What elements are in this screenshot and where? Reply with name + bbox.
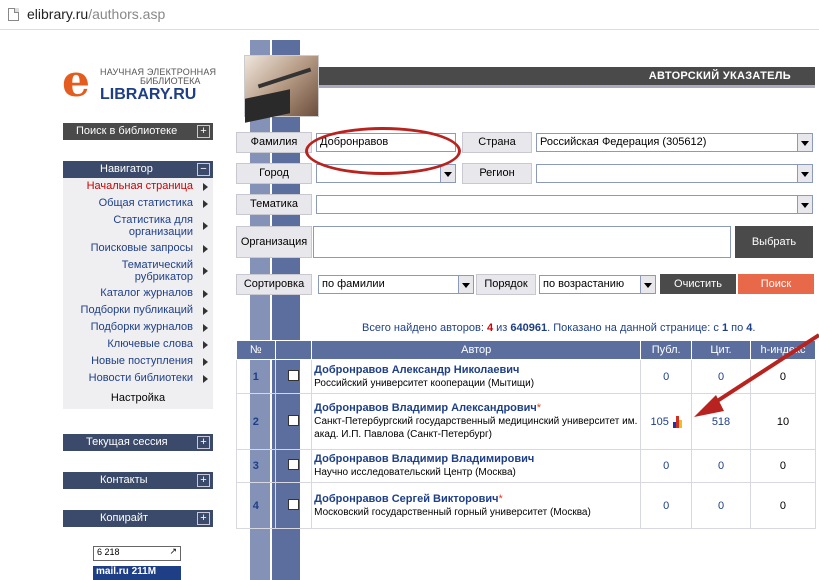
page-title: АВТОРСКИЙ УКАЗАТЕЛЬ (319, 67, 815, 85)
nav-org-stats[interactable]: Статистика для организации (63, 212, 213, 240)
collapse-icon[interactable]: − (197, 163, 210, 176)
region-label: Регион (462, 163, 532, 184)
author-name-link[interactable]: Добронравов Владимир Владимирович (314, 453, 534, 465)
cit-count[interactable]: 0 (691, 482, 751, 529)
expand-icon[interactable]: + (197, 512, 210, 525)
expand-icon[interactable]: + (197, 474, 210, 487)
nav-home[interactable]: Начальная страница (63, 178, 213, 195)
arrow-right-icon (203, 357, 208, 366)
row-checkbox[interactable] (287, 414, 299, 426)
nav-new-arrivals[interactable]: Новые поступления (63, 353, 213, 370)
sort-select[interactable]: по фамилии (318, 275, 474, 294)
page-icon (8, 8, 19, 21)
row-checkbox[interactable] (287, 498, 299, 510)
author-affiliation: Научно исследовательский Центр (Москва) (314, 467, 516, 478)
visit-counter[interactable]: 6 218 ↗ (93, 546, 181, 561)
mailru-counter[interactable]: mail.ru 211M (93, 566, 181, 580)
nav-settings[interactable]: Настройка (63, 387, 213, 409)
chevron-down-icon[interactable] (440, 165, 455, 182)
arrow-right-icon (203, 222, 208, 230)
navigator-list: Начальная страница Общая статистика Стат… (63, 178, 213, 409)
author-affiliation: Российский университет кооперации (Мытищ… (314, 377, 535, 389)
arrow-right-icon (203, 289, 208, 298)
clear-button[interactable]: Очистить (660, 274, 736, 294)
nav-keywords[interactable]: Ключевые слова (63, 336, 213, 353)
surname-label: Фамилия (236, 132, 312, 153)
expand-icon[interactable]: + (197, 436, 210, 449)
country-select[interactable]: Российская Федерация (305612) (536, 133, 813, 152)
expand-icon[interactable]: + (197, 125, 210, 138)
col-check (274, 340, 313, 360)
hindex-value: 0 (749, 482, 817, 529)
org-label: Организация (236, 226, 312, 258)
author-name-link[interactable]: Добронравов Александр Николаевич (314, 364, 519, 376)
browser-url-bar[interactable]: elibrary.ru/authors.asp (0, 0, 819, 30)
nav-general-stats[interactable]: Общая статистика (63, 195, 213, 212)
order-select[interactable]: по возрастанию (539, 275, 656, 294)
chevron-down-icon[interactable] (640, 276, 655, 293)
arrow-right-icon (203, 244, 208, 253)
city-label: Город (236, 163, 312, 184)
topic-label: Тематика (236, 194, 312, 215)
nav-rubricator[interactable]: Тематический рубрикатор (63, 257, 213, 285)
arrow-right-icon (203, 340, 208, 349)
publ-count[interactable]: 0 (640, 482, 693, 529)
navigator-header[interactable]: Навигатор − (63, 161, 213, 178)
col-author[interactable]: Автор (311, 340, 642, 360)
col-num[interactable]: № (236, 340, 276, 360)
table-row: 3 Добронравов Владимир Владимирович Научн… (236, 449, 817, 483)
row-checkbox[interactable] (287, 369, 299, 381)
org-textarea[interactable] (313, 226, 731, 258)
order-label: Порядок (476, 274, 536, 295)
nav-library-news[interactable]: Новости библиотеки (63, 370, 213, 387)
arrow-right-icon (203, 199, 208, 208)
arrow-right-icon (203, 306, 208, 315)
current-session-box[interactable]: Текущая сессия + (63, 434, 213, 451)
annotation-arrow (694, 333, 819, 417)
header-image (244, 55, 319, 123)
topic-select[interactable] (316, 195, 813, 214)
title-underline (319, 85, 815, 88)
row-checkbox[interactable] (287, 459, 299, 470)
chevron-down-icon[interactable] (797, 134, 812, 151)
library-search-box[interactable]: Поиск в библиотеке + (63, 123, 213, 140)
nav-search-queries[interactable]: Поисковые запросы (63, 240, 213, 257)
sort-label: Сортировка (236, 274, 312, 295)
copyright-box[interactable]: Копирайт + (63, 510, 213, 527)
elibrary-logo[interactable]: e НАУЧНАЯ ЭЛЕКТРОННАЯ БИБЛИОТЕКА LIBRARY… (62, 60, 217, 104)
choose-button[interactable]: Выбрать (735, 226, 813, 258)
chevron-down-icon[interactable] (797, 196, 812, 213)
table-row: 4 Добронравов Сергей Викторович* Московск… (236, 482, 817, 529)
arrow-right-icon (203, 323, 208, 332)
nav-journal-collections[interactable]: Подборки журналов (63, 319, 213, 336)
hindex-value: 0 (749, 449, 817, 483)
contacts-box[interactable]: Контакты + (63, 472, 213, 489)
nav-pub-collections[interactable]: Подборки публикаций (63, 302, 213, 319)
author-name-link[interactable]: Добронравов Владимир Александрович (314, 402, 537, 414)
url-text[interactable]: elibrary.ru/authors.asp (27, 6, 165, 22)
publ-count[interactable]: 0 (640, 449, 693, 483)
chevron-down-icon[interactable] (458, 276, 473, 293)
arrow-right-icon (203, 182, 208, 191)
cit-count[interactable]: 0 (691, 449, 751, 483)
arrow-right-icon (203, 374, 208, 383)
country-label: Страна (462, 132, 532, 153)
author-affiliation: Санкт-Петербургский государственный меди… (314, 416, 638, 440)
chevron-down-icon[interactable] (797, 165, 812, 182)
arrow-right-icon (203, 267, 208, 275)
surname-highlight-annotation (305, 127, 461, 175)
search-button[interactable]: Поиск (738, 274, 814, 294)
region-select[interactable] (536, 164, 813, 183)
author-affiliation: Московский государственный горный универ… (314, 506, 591, 518)
nav-journal-catalog[interactable]: Каталог журналов (63, 285, 213, 302)
author-name-link[interactable]: Добронравов Сергей Викторович (314, 493, 498, 505)
